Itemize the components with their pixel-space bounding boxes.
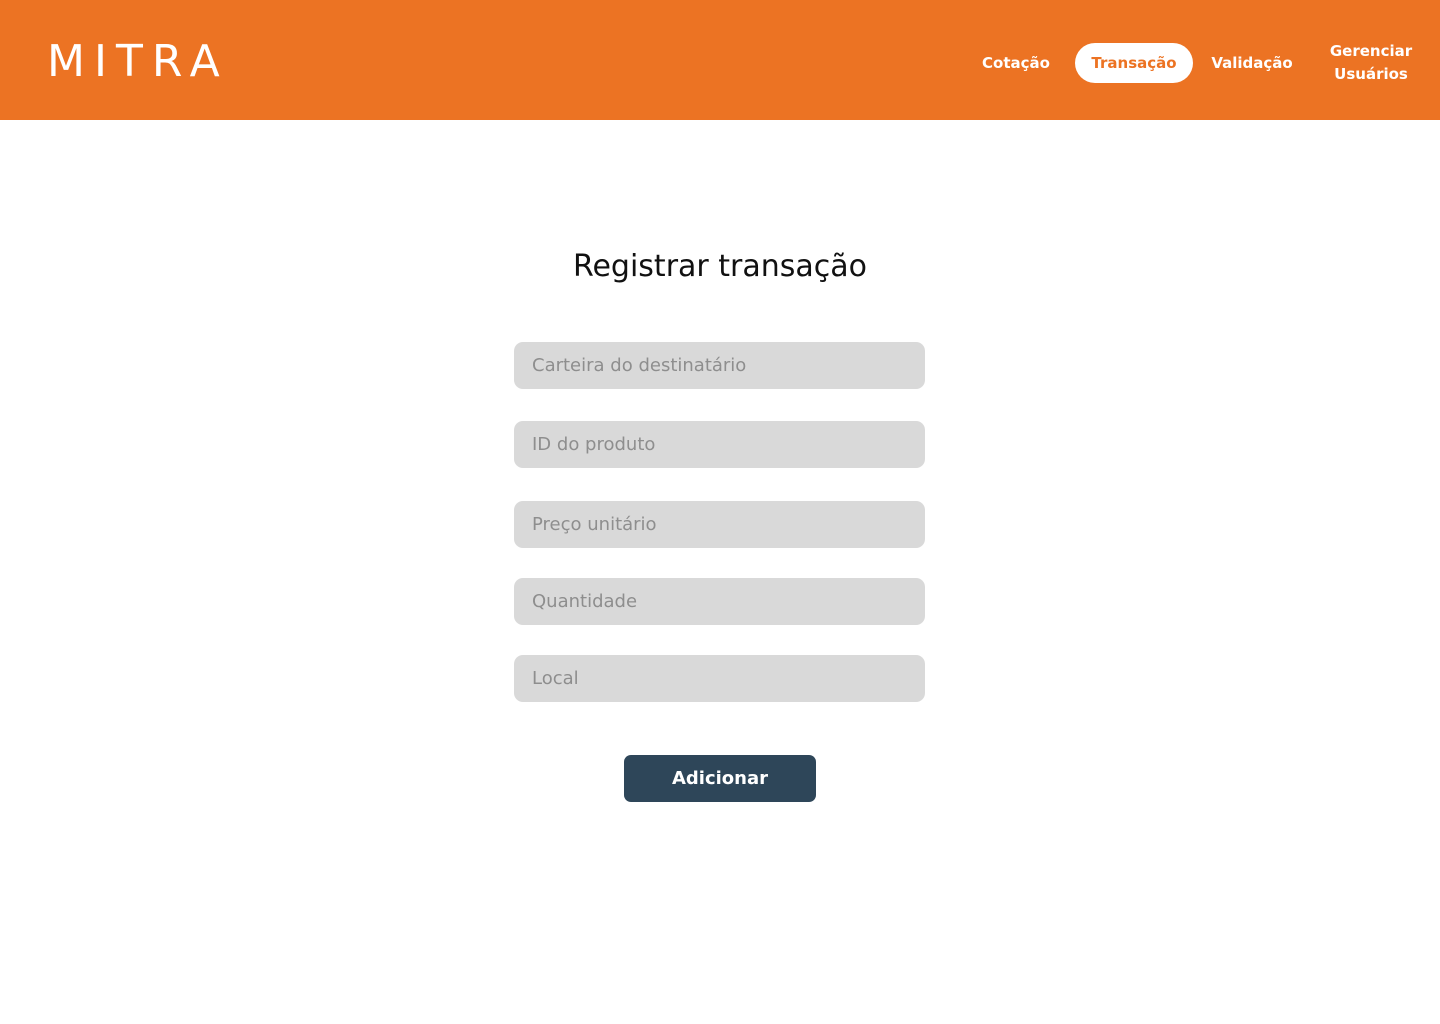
unit-price-input[interactable]: [514, 501, 925, 548]
nav-tab-cotacao[interactable]: Cotação: [970, 43, 1062, 83]
recipient-wallet-input[interactable]: [514, 342, 925, 389]
mitra-logo[interactable]: MITRA: [47, 38, 229, 86]
quantity-input[interactable]: [514, 578, 925, 625]
top-header: MITRA Cotação Transação Validação Gerenc…: [0, 0, 1440, 120]
page-title: Registrar transação: [572, 249, 868, 284]
nav-tab-gerenciar-line2: Usuários: [1334, 65, 1408, 83]
nav-tab-gerenciar-usuarios[interactable]: Gerenciar Usuários: [1318, 38, 1424, 88]
nav-tab-transacao[interactable]: Transação: [1075, 43, 1193, 83]
product-id-input[interactable]: [514, 421, 925, 468]
location-input[interactable]: [514, 655, 925, 702]
nav-tab-gerenciar-line1: Gerenciar: [1329, 42, 1413, 60]
add-button[interactable]: Adicionar: [624, 755, 816, 802]
nav-tab-validacao[interactable]: Validação: [1202, 43, 1302, 83]
